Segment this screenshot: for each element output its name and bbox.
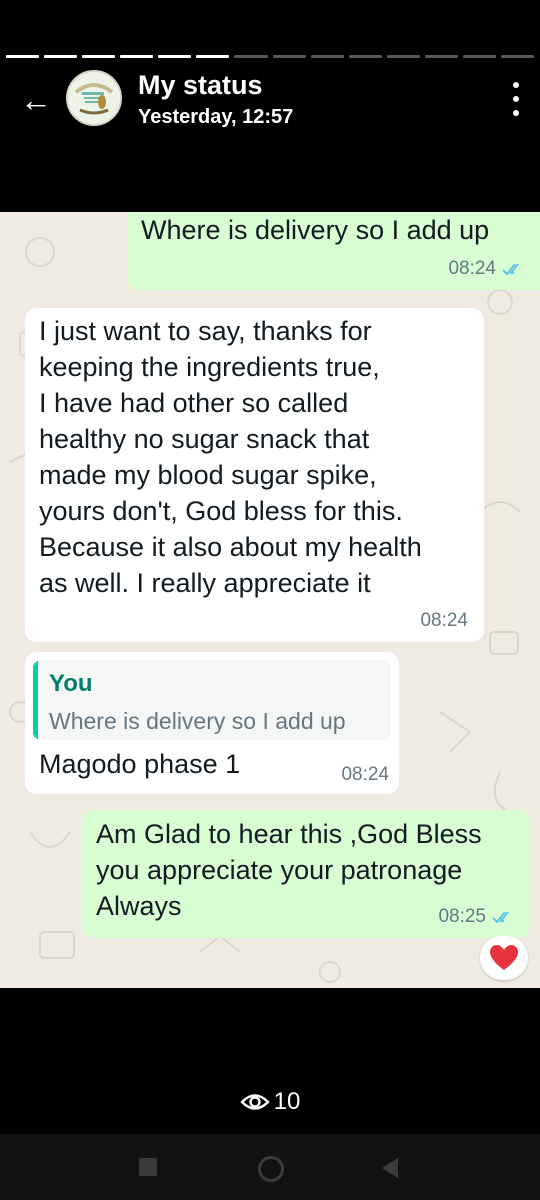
message-meta: 08:24 [420,610,468,632]
progress-segment [158,55,192,58]
views-counter[interactable]: 10 [0,1088,540,1120]
views-count: 10 [273,1088,301,1115]
message-meta: 08:24 [341,764,389,786]
read-ticks-icon [502,263,519,276]
quote-accent-bar [33,660,38,740]
incoming-message: I just want to say, thanks for keeping t… [25,308,484,642]
read-ticks-icon [492,911,509,924]
message-line: healthy no sugar snack that [39,424,370,454]
progress-segment [44,55,78,58]
message-time: 08:25 [438,906,486,927]
progress-segment [120,55,154,58]
avatar[interactable] [66,70,122,126]
quote-author: You [49,670,93,697]
message-line: you appreciate your patronage [96,855,463,885]
status-progress-bar [6,55,535,58]
message-meta: 08:24 [448,258,524,280]
message-time: 08:24 [341,764,389,785]
outgoing-message: Am Glad to hear this ,God Bless you appr… [82,810,530,938]
status-timestamp: Yesterday, 12:57 [138,106,294,128]
message-line: as well. I really appreciate it [39,568,371,598]
message-line: keeping the ingredients true, [39,352,380,382]
back-button[interactable] [382,1158,398,1178]
message-time: 08:24 [420,610,468,631]
system-navigation-bar [0,1134,540,1200]
progress-segment [501,55,535,58]
progress-segment [462,55,497,58]
quote-text: Where is delivery so I add up [49,708,346,734]
progress-segment [6,55,40,58]
outgoing-message: Where is delivery so I add up 08:24 [127,212,540,290]
message-line: Am Glad to hear this ,God Bless [96,819,482,849]
progress-segment [82,55,116,58]
message-line: made my blood sugar spike, [39,460,377,490]
eye-icon [239,1094,270,1110]
status-header: ← My status Yesterday, 12:57 [0,62,540,142]
more-options-icon[interactable] [506,82,526,116]
progress-segment [196,55,230,58]
progress-segment [234,55,268,58]
progress-segment [348,55,382,58]
message-text: I just want to say, thanks for keeping t… [39,313,479,601]
heart-icon [490,945,518,970]
back-arrow-icon[interactable]: ← [16,80,56,120]
message-text: Magodo phase 1 [39,749,241,779]
progress-segment [386,55,420,58]
progress-segment [272,55,306,58]
incoming-reply-message: You Where is delivery so I add up Magodo… [25,652,399,794]
home-button[interactable] [258,1156,284,1182]
heart-reaction[interactable] [480,936,528,980]
quoted-message[interactable]: You Where is delivery so I add up [33,660,391,740]
message-line: Because it also about my health [39,532,422,562]
brand-logo-icon [68,72,120,124]
progress-segment [310,55,344,58]
chat-screenshot: Where is delivery so I add up 08:24 I ju… [0,212,540,988]
message-line: I just want to say, thanks for [39,316,372,346]
recents-button[interactable] [139,1158,157,1176]
progress-segment [424,55,458,58]
message-time: 08:24 [448,258,496,279]
status-title: My status [138,70,263,100]
message-line: yours don't, God bless for this. [39,496,403,526]
message-text: Where is delivery so I add up [141,215,490,245]
message-meta: 08:25 [438,906,514,928]
message-line: I have had other so called [39,388,349,418]
